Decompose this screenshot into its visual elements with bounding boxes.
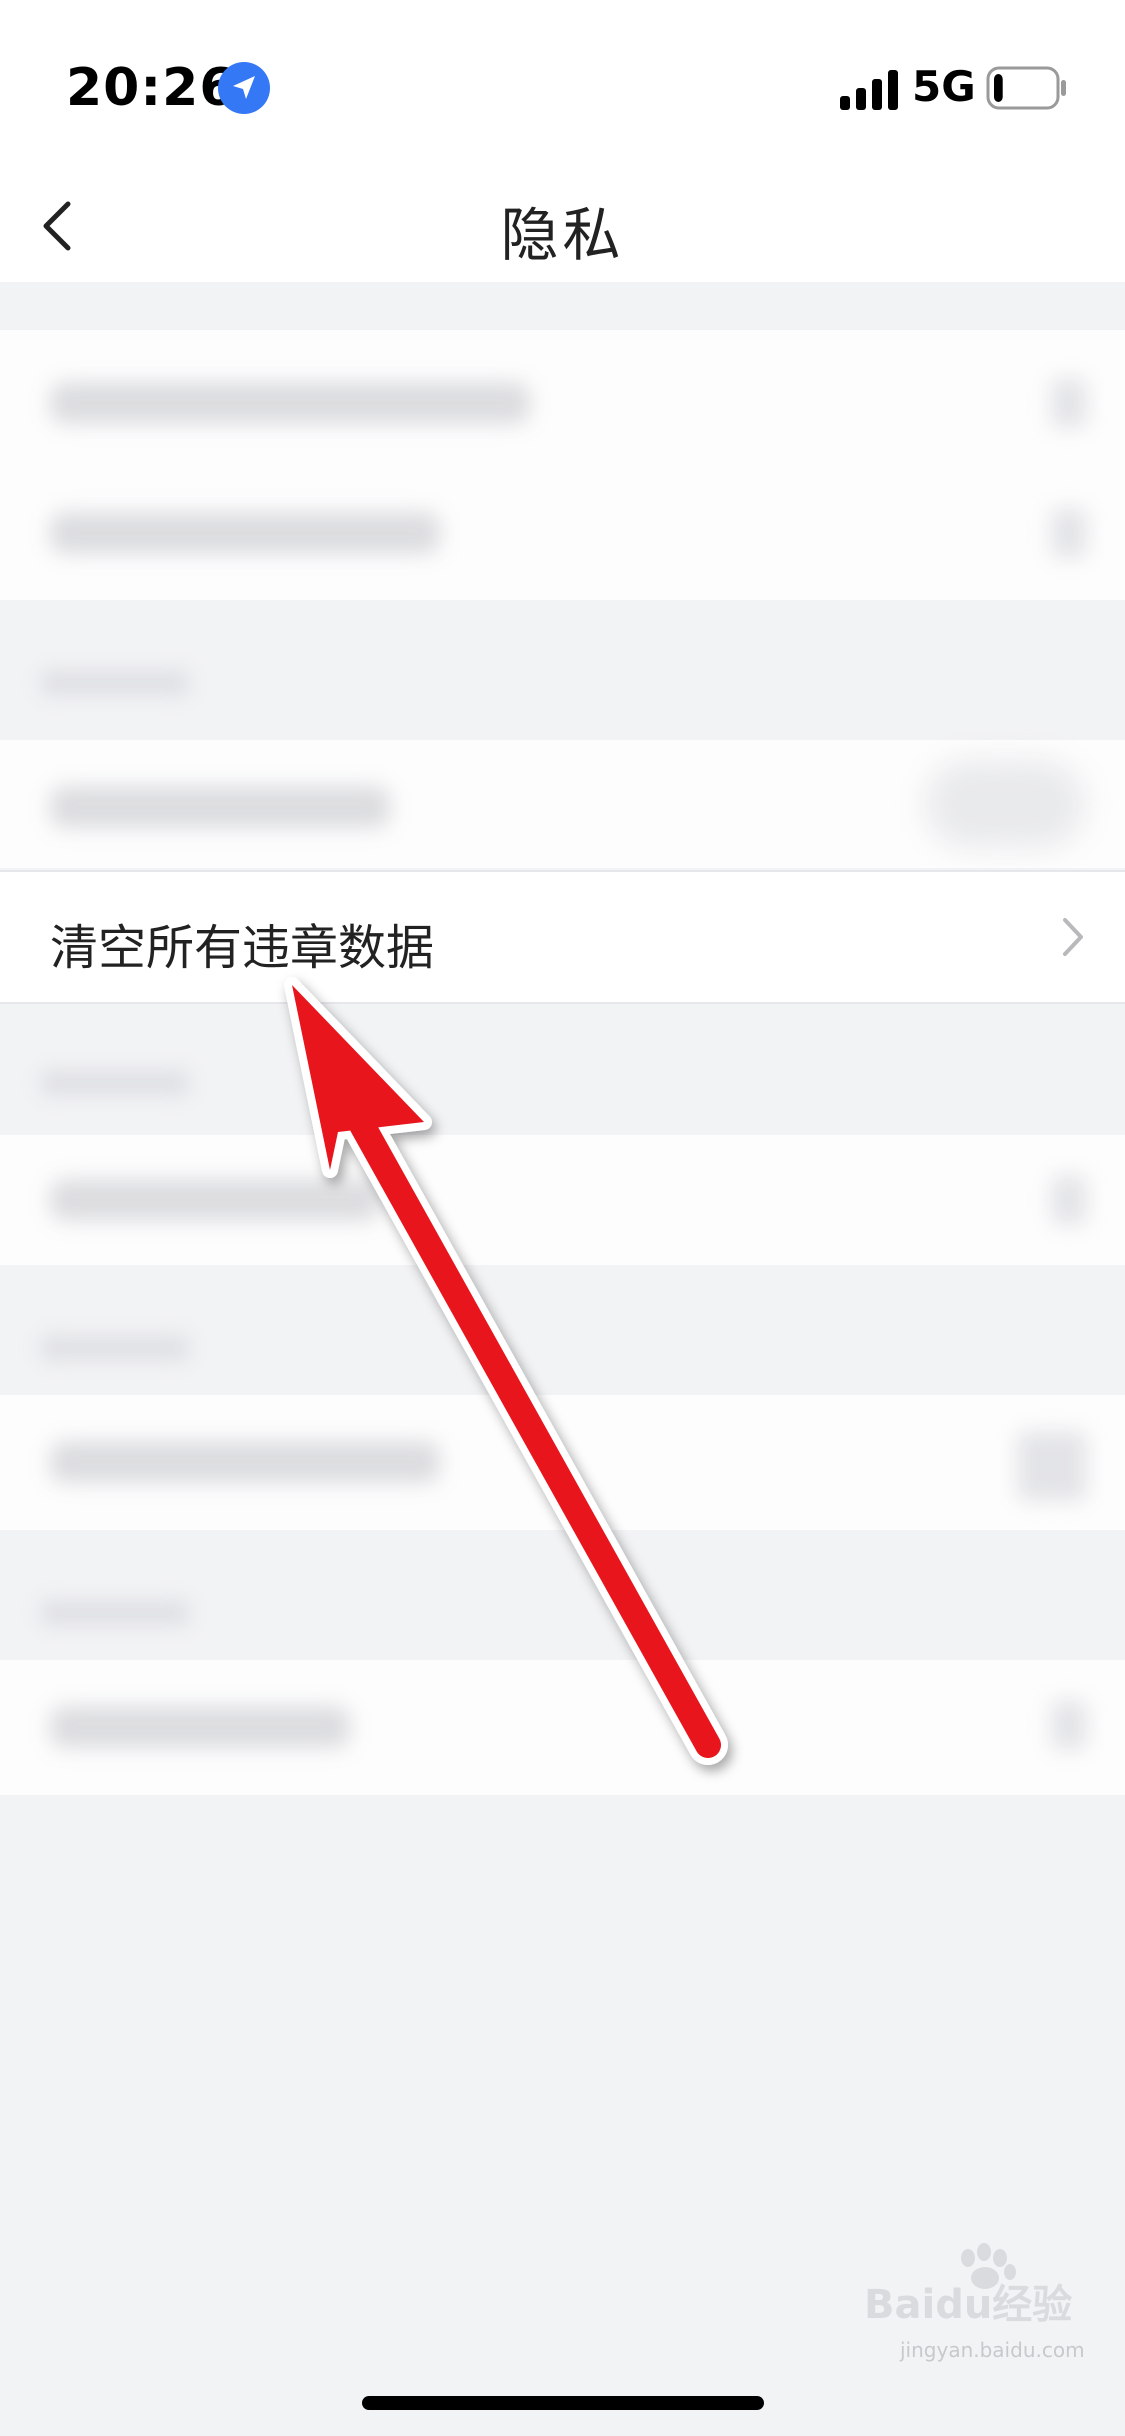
section-header (40, 1335, 190, 1361)
battery-icon (986, 66, 1066, 110)
list-item[interactable] (0, 1135, 1125, 1265)
settings-group-3 (0, 1135, 1125, 1265)
page-title: 隐私 (500, 201, 625, 269)
watermark-url: jingyan.baidu.com (900, 2338, 1085, 2362)
clear-violation-data-row[interactable]: 清空所有违章数据 (0, 870, 1125, 1004)
settings-group-2 (0, 740, 1125, 868)
list-item[interactable] (0, 338, 1125, 468)
svg-text:Baidu经验: Baidu经验 (864, 2282, 1072, 2328)
list-item[interactable] (0, 740, 1125, 870)
list-item[interactable] (0, 468, 1125, 598)
settings-group-1 (0, 330, 1125, 600)
navigation-bar: 隐私 (0, 170, 1125, 282)
status-bar: 20:26 5G (0, 0, 1125, 170)
home-indicator[interactable] (362, 2396, 764, 2410)
cellular-signal-icon (840, 70, 898, 110)
status-time: 20:26 (66, 58, 237, 118)
baidu-jingyan-watermark: Baidu经验 (864, 2243, 1072, 2328)
section-header (40, 1070, 190, 1096)
network-type: 5G (912, 62, 976, 111)
section-header (40, 670, 190, 696)
chevron-right-icon (1063, 918, 1083, 956)
section-header (40, 1600, 190, 1626)
settings-group-5 (0, 1660, 1125, 1795)
list-item[interactable] (0, 1395, 1125, 1525)
location-arrow-icon (218, 62, 270, 114)
list-item[interactable] (0, 1660, 1125, 1790)
privacy-settings-screen: 20:26 5G 隐私 清空所有违章数据 Baidu经验 jingyan.bai… (0, 0, 1125, 2436)
settings-group-4 (0, 1395, 1125, 1530)
clear-violation-data-label: 清空所有违章数据 (50, 920, 435, 976)
